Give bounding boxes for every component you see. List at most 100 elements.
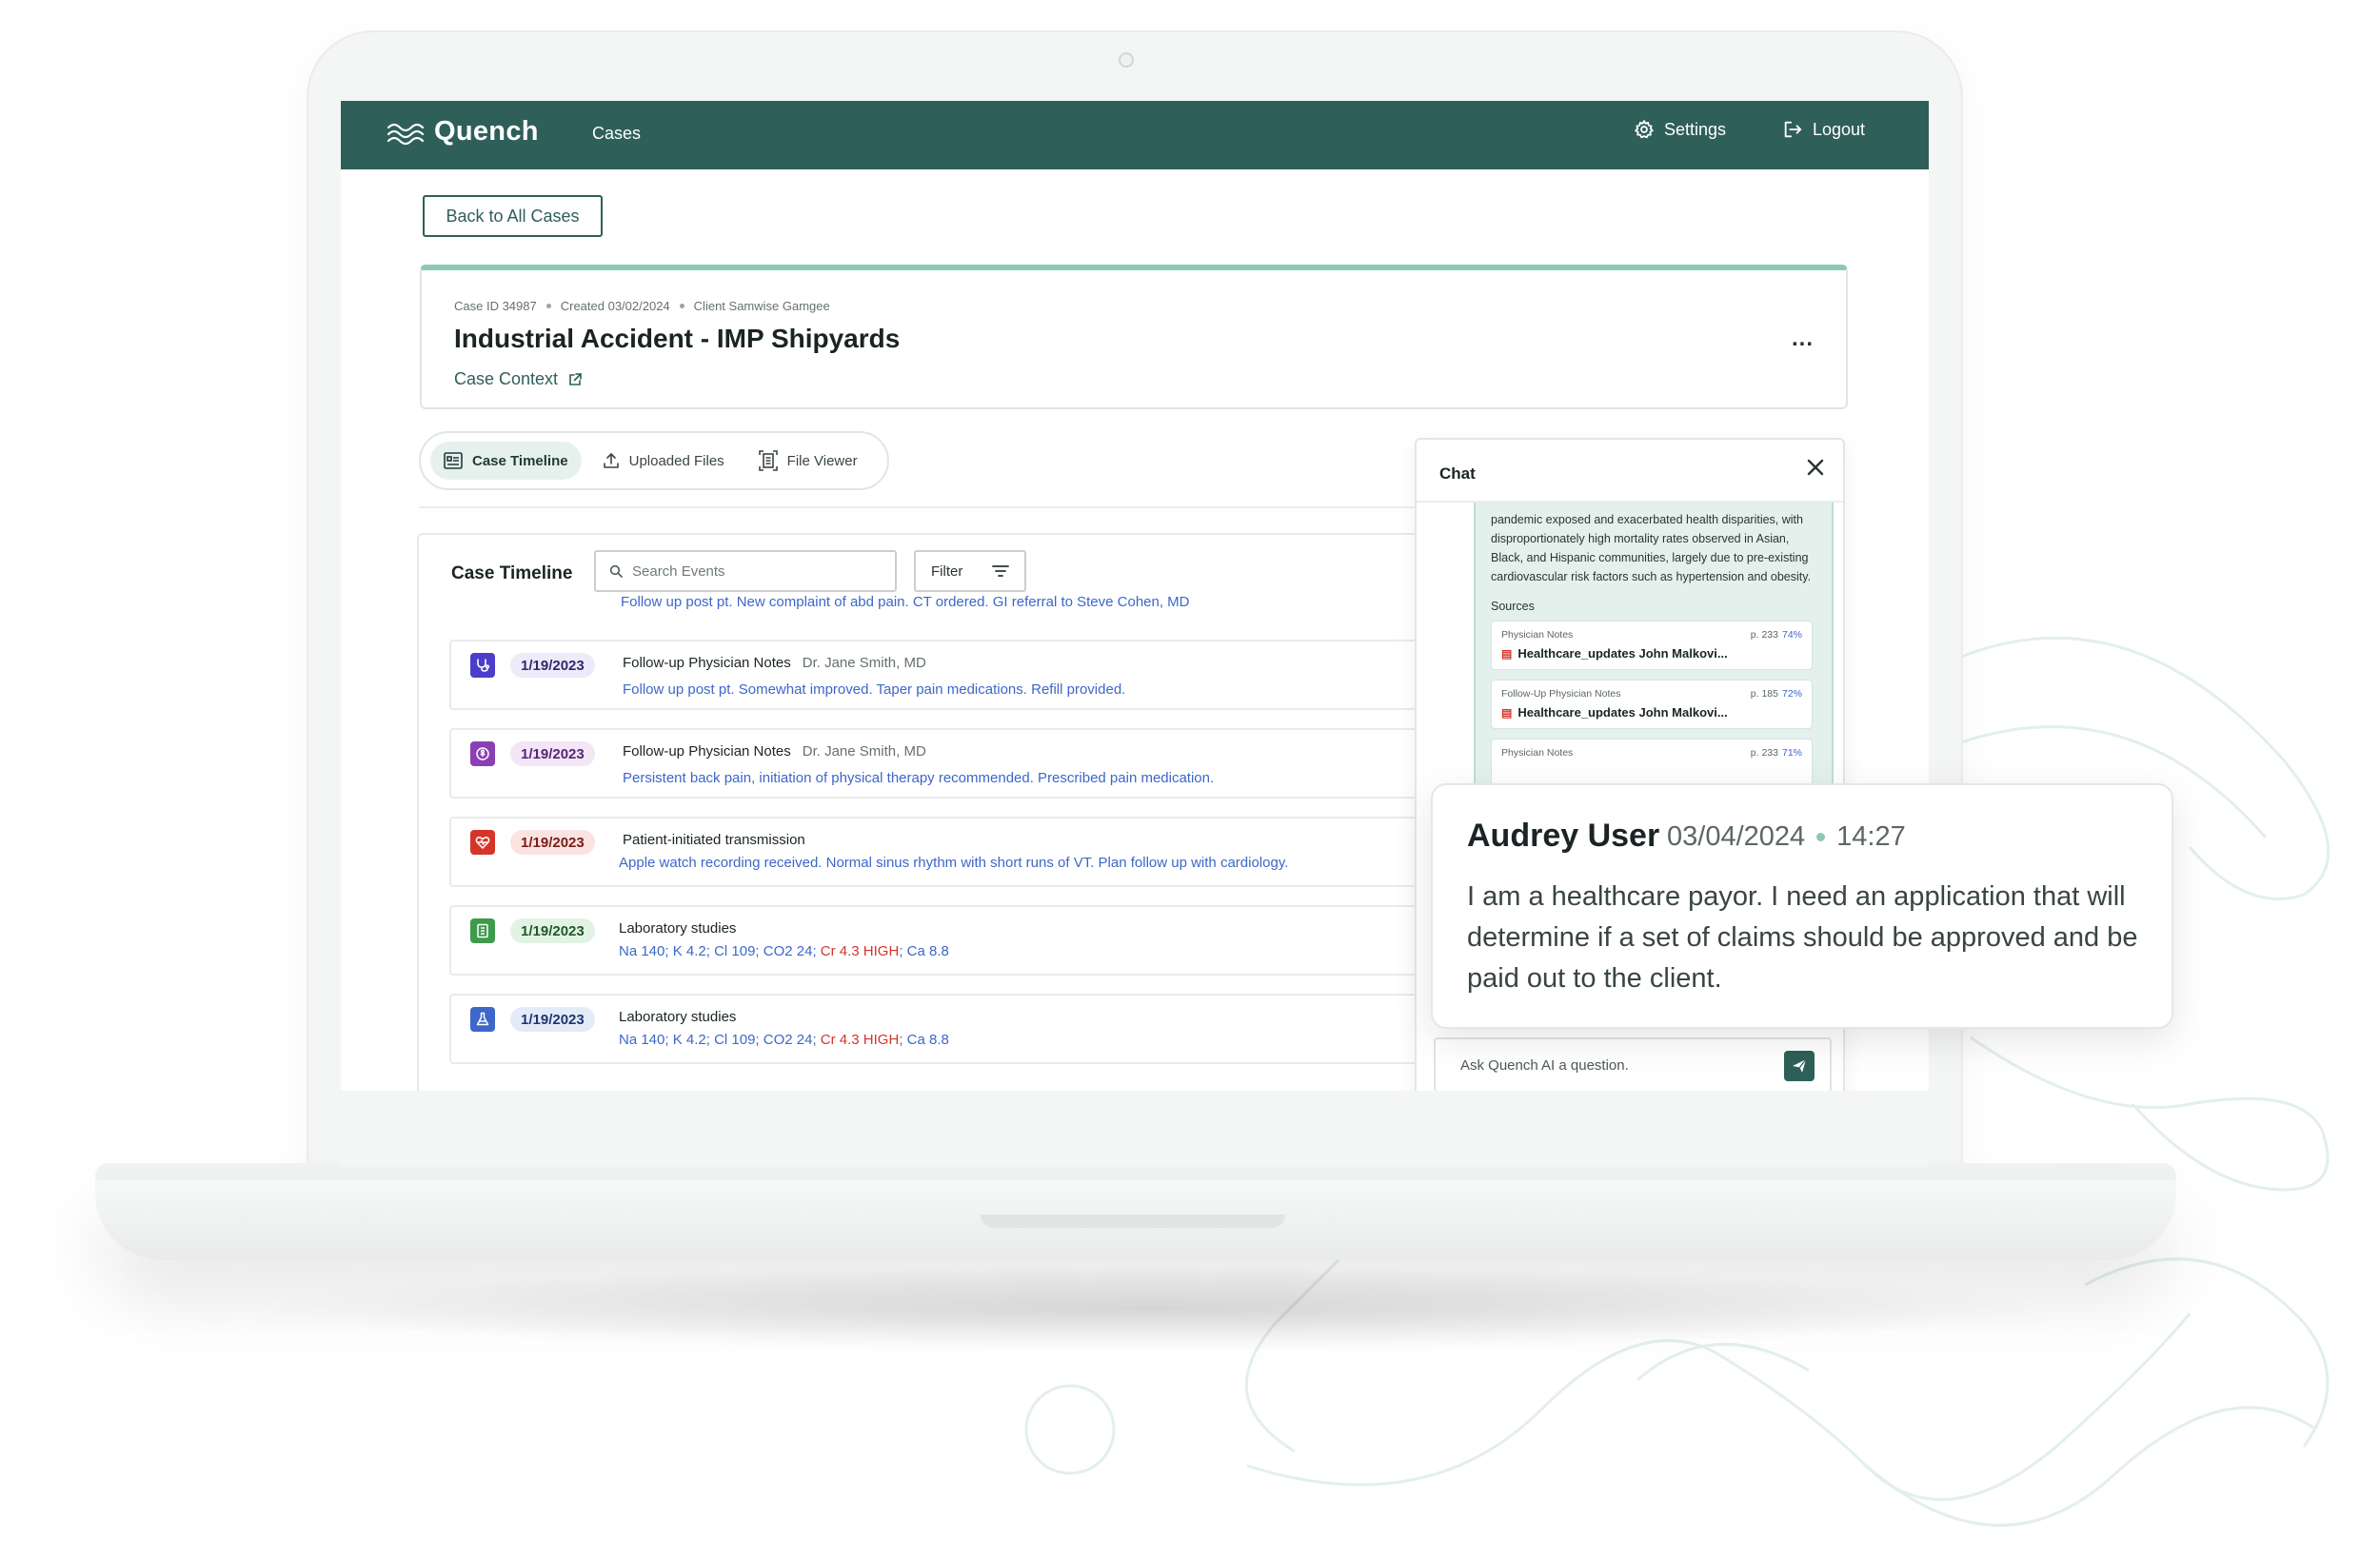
lab-values: ; Ca 8.8: [899, 1032, 949, 1048]
laptop-bezel-bottom: [341, 1091, 1929, 1167]
lab-values: Na 140; K 4.2; Cl 109; CO2 24;: [619, 943, 821, 959]
source-page: p. 185 72%: [1751, 688, 1802, 700]
tab-label: Uploaded Files: [628, 452, 724, 469]
event-date-badge: 1/19/2023: [510, 830, 595, 855]
settings-button[interactable]: Settings: [1634, 119, 1726, 140]
settings-label: Settings: [1664, 119, 1727, 139]
close-icon[interactable]: [1805, 457, 1826, 482]
timeline-event-row[interactable]: 1/19/2023 Laboratory studies Na 140; K 4…: [449, 905, 1500, 976]
case-created: Created 03/02/2024: [560, 299, 670, 313]
timeline-event-list: 1/19/2023 Follow-up Physician Notes Dr. J…: [449, 640, 1500, 1082]
back-to-all-cases-button[interactable]: Back to All Cases: [423, 195, 603, 237]
source-match-percent: 72%: [1781, 688, 1802, 700]
event-description: Follow up post pt. Somewhat improved. Ta…: [623, 681, 1126, 698]
lab-values: Na 140; K 4.2; Cl 109; CO2 24;: [619, 1032, 821, 1048]
pdf-file-icon: ▤: [1501, 646, 1513, 661]
nav-cases-link[interactable]: Cases: [592, 124, 641, 144]
lab-high-value: Cr 4.3 HIGH: [820, 1032, 900, 1048]
event-description: Persistent back pain, initiation of phys…: [623, 770, 1215, 786]
laptop-notch: [981, 1214, 1285, 1228]
source-page: p. 233 74%: [1751, 629, 1802, 641]
separator-dot: [1816, 833, 1826, 841]
event-heading: Follow-up Physician Notes Dr. Jane Smith,…: [623, 655, 926, 671]
stethoscope-icon: [470, 653, 495, 678]
case-context-link[interactable]: Case Context: [454, 369, 583, 389]
filter-button[interactable]: Filter: [914, 550, 1026, 592]
lab-report-icon: [470, 918, 495, 943]
page-title: Industrial Accident - IMP Shipyards: [454, 324, 901, 353]
message-time: 14:27: [1836, 821, 1906, 852]
event-heading: Follow-up Physician Notes Dr. Jane Smith,…: [623, 743, 926, 760]
source-type: Follow-Up Physician Notes: [1501, 688, 1621, 700]
source-type: Physician Notes: [1501, 747, 1574, 759]
logout-button[interactable]: Logout: [1782, 119, 1865, 140]
chat-header: Chat: [1417, 440, 1843, 503]
event-heading: Laboratory studies: [619, 920, 736, 937]
logout-label: Logout: [1813, 119, 1866, 139]
flask-icon: [470, 1007, 495, 1032]
brand-logo[interactable]: Quench: [385, 116, 539, 148]
source-page-number: p. 233: [1750, 629, 1778, 641]
timeline-event-row[interactable]: 1/19/2023 Follow-up Physician Notes Dr. J…: [449, 728, 1500, 799]
case-id: Case ID 34987: [454, 299, 537, 313]
tab-file-viewer[interactable]: File Viewer: [745, 442, 871, 480]
heart-icon: [470, 830, 495, 855]
search-icon: [609, 564, 623, 578]
external-link-icon: [569, 372, 582, 385]
body-icon: [470, 741, 495, 766]
message-text: I am a healthcare payor. I need an appli…: [1467, 881, 2138, 994]
file-viewer-icon: [758, 450, 778, 471]
tab-label: File Viewer: [786, 452, 858, 469]
tab-label: Case Timeline: [472, 452, 568, 469]
send-icon: [1793, 1058, 1807, 1073]
timeline-event-row[interactable]: 1/19/2023 Laboratory studies Na 140; K 4…: [449, 994, 1500, 1064]
tab-case-timeline[interactable]: Case Timeline: [430, 442, 582, 480]
search-placeholder: Search Events: [632, 562, 725, 580]
chat-question-input[interactable]: Ask Quench AI a question.: [1434, 1037, 1832, 1091]
send-button[interactable]: [1784, 1051, 1815, 1081]
event-type: Follow-up Physician Notes: [623, 655, 791, 671]
lab-values: ; Ca 8.8: [899, 943, 949, 959]
top-navbar: Quench Cases Settings Logout: [341, 101, 1929, 169]
more-options-icon[interactable]: ...: [1792, 326, 1814, 352]
filter-icon: [992, 565, 1009, 577]
separator-dot: [545, 304, 551, 308]
event-date-badge: 1/19/2023: [510, 918, 595, 943]
source-card[interactable]: Physician Notes p. 233 71%: [1491, 739, 1813, 788]
laptop-shadow: [248, 1266, 2056, 1352]
message-date: 03/04/2024: [1667, 821, 1806, 852]
case-header-card: Case ID 34987 Created 03/02/2024 Client …: [420, 265, 1848, 409]
logout-icon: [1784, 121, 1802, 138]
event-date-badge: 1/19/2023: [510, 653, 595, 678]
timeline-title: Case Timeline: [451, 563, 573, 583]
tab-uploaded-files[interactable]: Uploaded Files: [589, 442, 738, 480]
upload-icon: [603, 453, 619, 468]
event-description: Na 140; K 4.2; Cl 109; CO2 24; Cr 4.3 HI…: [619, 1032, 949, 1048]
source-card[interactable]: Physician Notes p. 233 74% ▤ Healthcare_up…: [1491, 621, 1813, 670]
source-match-percent: 71%: [1781, 747, 1802, 759]
divider: [419, 506, 1466, 508]
message-timestamp: 03/04/2024 14:27: [1667, 821, 1906, 853]
message-author: Audrey User: [1467, 818, 1660, 854]
case-context-label: Case Context: [454, 369, 559, 388]
event-author: Dr. Jane Smith, MD: [802, 743, 926, 760]
source-card[interactable]: Follow-Up Physician Notes p. 185 72% ▤ Hea…: [1491, 680, 1813, 729]
case-client: Client Samwise Gamgee: [693, 299, 830, 313]
event-description: Na 140; K 4.2; Cl 109; CO2 24; Cr 4.3 HI…: [619, 943, 949, 959]
case-meta: Case ID 34987 Created 03/02/2024 Client …: [454, 299, 830, 313]
lab-high-value: Cr 4.3 HIGH: [820, 943, 900, 959]
timeline-event-row[interactable]: 1/19/2023 Patient-initiated transmission…: [449, 817, 1500, 887]
source-page: p. 233 71%: [1751, 747, 1802, 759]
event-author: Dr. Jane Smith, MD: [802, 655, 926, 671]
timeline-event-row[interactable]: 1/19/2023 Follow-up Physician Notes Dr. J…: [449, 640, 1500, 710]
source-type: Physician Notes: [1501, 629, 1574, 641]
case-timeline-panel: Case Timeline Search Events Filter Follo…: [417, 533, 1502, 1091]
view-tabs: Case Timeline Uploaded Files File Viewer: [419, 431, 889, 490]
source-file-name: Healthcare_updates John Malkovi...: [1517, 705, 1728, 720]
source-page-number: p. 233: [1750, 747, 1778, 759]
separator-dot: [679, 304, 684, 308]
search-input[interactable]: Search Events: [594, 550, 897, 592]
event-type: Patient-initiated transmission: [623, 832, 805, 848]
event-heading: Laboratory studies: [619, 1009, 736, 1025]
event-type: Laboratory studies: [619, 1009, 737, 1025]
